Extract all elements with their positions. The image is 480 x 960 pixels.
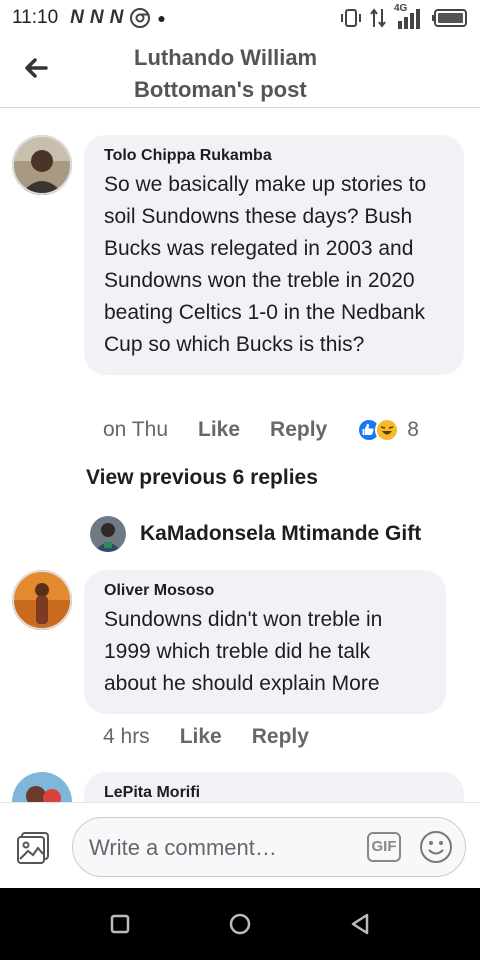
reaction-count: 8 <box>407 418 419 441</box>
view-previous-replies-link[interactable]: View previous 6 replies <box>86 466 318 490</box>
comment-composer: Write a comment… GIF <box>0 802 480 888</box>
comment-author[interactable]: Oliver Mososo <box>104 582 426 600</box>
like-button[interactable]: Like <box>198 418 240 442</box>
reactions-summary[interactable]: 8 <box>357 418 419 442</box>
comment-input-placeholder: Write a comment… <box>89 835 277 860</box>
data-transfer-icon <box>370 8 386 28</box>
comment-bubble[interactable]: Oliver Mososo Sundowns didn't won treble… <box>84 570 446 714</box>
comment-actions: on Thu Like Reply 8 <box>103 418 419 442</box>
system-icons: 4G <box>340 3 468 29</box>
avatar[interactable] <box>12 135 72 195</box>
gif-button[interactable]: GIF <box>367 832 401 862</box>
reply-preview[interactable]: KaMadonsela Mtimande Gift <box>90 516 421 552</box>
notification-icons: N N N ● <box>70 7 166 29</box>
comment-author[interactable]: LePita Morifi <box>104 784 444 802</box>
avatar[interactable] <box>12 772 72 802</box>
comment-text: Sundowns didn't won treble in 1999 which… <box>104 608 383 695</box>
comments-list[interactable]: Tolo Chippa Rukamba So we basically make… <box>0 108 480 802</box>
status-time: 11:10 <box>12 7 59 28</box>
battery-icon <box>432 9 467 27</box>
haha-reaction-icon <box>375 418 400 442</box>
chrome-icon <box>130 8 151 28</box>
back-arrow-icon[interactable] <box>20 52 52 84</box>
comment-author[interactable]: Tolo Chippa Rukamba <box>104 147 444 165</box>
comment-input[interactable]: Write a comment… GIF <box>72 817 466 877</box>
page-title-line-2: Bottoman's post <box>134 77 307 102</box>
reply-button[interactable]: Reply <box>252 725 309 749</box>
recent-apps-icon[interactable] <box>106 910 134 938</box>
comment-bubble[interactable]: Tolo Chippa Rukamba So we basically make… <box>84 135 464 375</box>
page-title-line-1: Luthando William <box>134 45 318 70</box>
app-header: Luthando William Bottoman's post <box>0 36 480 108</box>
comment-time[interactable]: 4 hrs <box>103 725 150 749</box>
comment-actions: 4 hrs Like Reply <box>103 725 339 749</box>
comment-text: So we basically make up stories to soil … <box>104 173 427 356</box>
signal-icon: 4G <box>394 3 424 29</box>
page-title: Luthando William Bottoman's post <box>134 42 317 106</box>
photo-icon[interactable] <box>16 829 52 865</box>
back-icon[interactable] <box>346 910 374 938</box>
home-icon[interactable] <box>226 910 254 938</box>
like-button[interactable]: Like <box>180 725 222 749</box>
status-bar: 11:10 N N N ● 4G <box>0 0 480 36</box>
reply-button[interactable]: Reply <box>270 418 327 442</box>
notification-n-icon: N <box>89 7 104 28</box>
vibrate-icon <box>341 9 361 27</box>
notification-n-icon: N <box>70 7 84 28</box>
notification-n-icon: N <box>109 7 124 28</box>
system-nav-bar <box>0 888 480 960</box>
avatar[interactable] <box>12 570 72 630</box>
avatar[interactable] <box>90 516 126 552</box>
comment-time[interactable]: on Thu <box>103 418 168 442</box>
reply-author-name[interactable]: KaMadonsela Mtimande Gift <box>140 522 421 546</box>
comment-bubble[interactable]: LePita Morifi <box>84 772 464 802</box>
more-notifications-dot: ● <box>157 10 166 26</box>
emoji-icon[interactable] <box>419 830 453 864</box>
